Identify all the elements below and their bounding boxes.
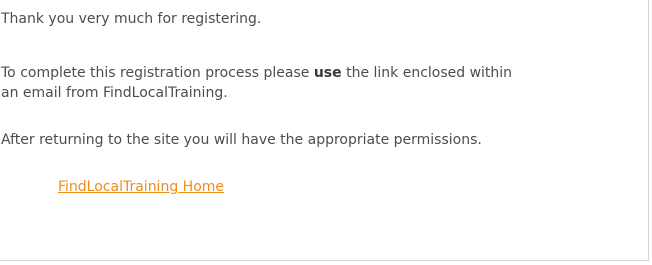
permissions-message: After returning to the site you will hav…: [1, 132, 482, 148]
thank-you-message: Thank you very much for registering.: [1, 11, 262, 27]
instruction-emphasis: use: [313, 65, 342, 81]
instruction-message-line-2: an email from FindLocalTraining.: [1, 85, 228, 101]
home-link[interactable]: FindLocalTraining Home: [58, 177, 224, 197]
instruction-text-before: To complete this registration process pl…: [1, 65, 314, 81]
instruction-text-after: the link enclosed within: [341, 65, 513, 81]
registration-confirmation-panel: Thank you very much for registering. To …: [0, 0, 649, 261]
instruction-message-line-1: To complete this registration process pl…: [1, 63, 512, 83]
